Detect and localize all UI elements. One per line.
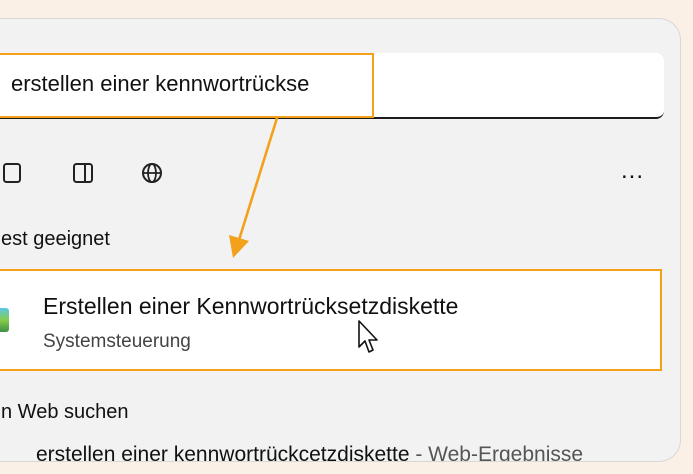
control-panel-icon [0, 308, 9, 332]
document-icon[interactable] [3, 162, 25, 184]
mouse-cursor-icon [358, 320, 378, 353]
more-options-button[interactable]: ... [621, 157, 644, 185]
result-subtitle: Systemsteuerung [43, 331, 191, 352]
app-window-icon[interactable] [72, 162, 94, 184]
search-query-text: erstellen einer kennwortrückse [11, 71, 310, 96]
best-match-result[interactable]: Erstellen einer Kennwortrücksetzdiskette… [0, 269, 662, 371]
web-search-heading: n Web suchen [1, 401, 129, 423]
best-match-heading: est geeignet [1, 228, 110, 250]
search-panel: erstellen einer kennwortrückse ... est g… [0, 18, 681, 462]
globe-icon[interactable] [141, 162, 163, 184]
web-suggestion-suffix: - Web-Ergebnisse [409, 443, 584, 462]
search-input[interactable]: erstellen einer kennwortrückse [0, 53, 664, 119]
web-suggestion-row[interactable]: erstellen einer kennwortrückcetzdiskette… [36, 443, 584, 462]
result-title: Erstellen einer Kennwortrücksetzdiskette [43, 293, 459, 319]
web-suggestion-text: erstellen einer kennwortrückcetzdiskette [36, 443, 410, 462]
